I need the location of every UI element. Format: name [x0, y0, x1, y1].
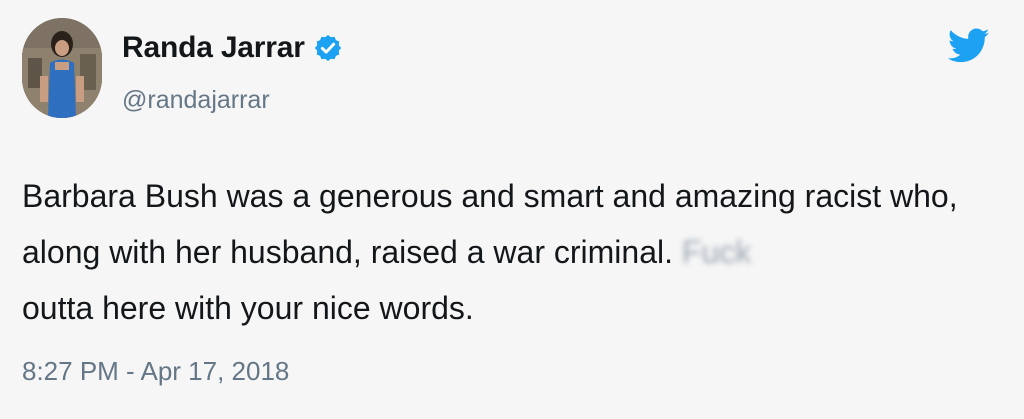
tweet-text-main: Barbara Bush was a generous and smart an… [22, 178, 958, 270]
tweet-card: Randa Jarrar @randajarrar Barbara Bush w… [0, 0, 1024, 419]
tweet-text-end: outta here with your nice words. [22, 290, 474, 326]
author-name-row[interactable]: Randa Jarrar [122, 28, 343, 68]
tweet-body: Barbara Bush was a generous and smart an… [22, 168, 1002, 336]
avatar-image [22, 18, 102, 118]
tweet-text-censored: Fuck [681, 234, 752, 270]
tweet-timestamp[interactable]: 8:27 PM - Apr 17, 2018 [22, 356, 289, 387]
twitter-bird-icon[interactable] [947, 28, 990, 64]
author-handle[interactable]: @randajarrar [122, 86, 270, 115]
author-name[interactable]: Randa Jarrar [122, 31, 305, 65]
verified-badge-icon [313, 33, 343, 63]
avatar[interactable] [22, 18, 102, 118]
